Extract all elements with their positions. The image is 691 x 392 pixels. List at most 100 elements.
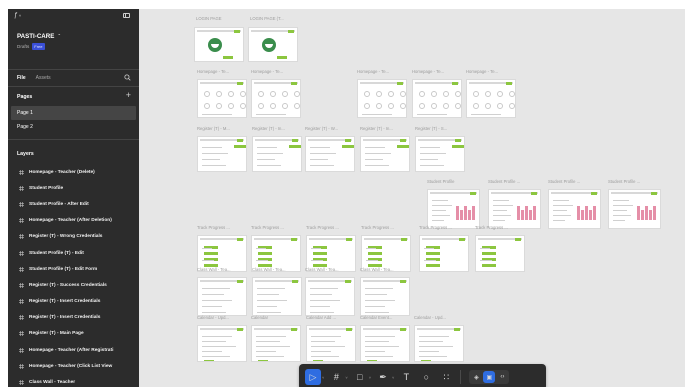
frame-label[interactable]: Track Progress ... [419,225,473,230]
frame-student-profile[interactable] [488,189,541,229]
frame-label[interactable]: Track Progress ... [361,225,415,230]
layer-item[interactable]: Homepage - Teacher (Click List View [8,358,139,374]
frame-label[interactable]: LOGIN PAGE [196,16,250,21]
layer-item[interactable]: Student Profile (T) - Edit [8,245,139,261]
frame-register-teacher[interactable] [197,136,247,172]
frame-label[interactable]: Register (T) - S... [415,126,469,131]
frame-homepage-teacher[interactable] [357,79,407,118]
layer-item[interactable]: Register (T) - Insert Credentials [8,294,139,310]
project-name[interactable]: PASTI-CARE ˇ [17,33,139,40]
frame-label[interactable]: Class Wall - Tea... [197,267,251,272]
frame-label[interactable]: Student Profile [427,179,481,184]
frame-label[interactable]: Register (T) - In... [360,126,414,131]
frame-track-progress[interactable] [475,235,525,272]
frame-calendar[interactable] [360,325,410,362]
frame-student-profile[interactable] [548,189,601,229]
mode-toggle-group: ◈ ▣ ‹› [469,370,510,384]
frame-grid-icon [19,363,24,369]
frame-student-profile[interactable] [427,189,480,229]
text-tool-icon[interactable]: T [398,369,414,385]
frame-track-progress[interactable] [419,235,469,272]
layer-item[interactable]: Student Profile (T) - Edit Form [8,261,139,277]
frame-homepage-teacher[interactable] [197,79,247,118]
layer-item[interactable]: Homepage - Teacher (After Registrati [8,342,139,358]
shape-tool-icon[interactable]: □ [352,369,368,385]
frame-label[interactable]: Calendar - Upd... [414,315,468,320]
frame-label[interactable]: Register (T) - In... [252,126,306,131]
layer-item[interactable]: Register (T) - Insert Credentials [8,310,139,326]
thumb-text-line [365,159,383,160]
tab-file[interactable]: File [17,75,26,81]
thumb-avatar [509,103,515,109]
frame-homepage-teacher[interactable] [251,79,301,118]
frame-label[interactable]: Calendar Event... [360,315,414,320]
dev-mode-icon[interactable]: ‹› [496,371,508,383]
frame-label[interactable]: LOGIN PAGE (T... [250,16,304,21]
design-canvas[interactable]: LOGIN PAGE LOGIN PAGE (T... Homepage - Te.… [139,9,685,387]
frame-label[interactable]: Homepage - Te... [251,69,305,74]
search-icon[interactable] [124,74,131,81]
layer-item[interactable]: Register (T) - Success Credentials [8,277,139,293]
frame-class-wall[interactable] [197,277,247,316]
chevron-down-icon[interactable]: ˅ [322,375,324,380]
page-item-page-2[interactable]: Page 2 [8,120,139,134]
frame-label[interactable]: Track Progress ... [251,225,305,230]
layer-item[interactable]: Student Profile [8,180,139,196]
frame-class-wall[interactable] [360,277,410,316]
layer-item[interactable]: Homepage - Teacher (After Deletion) [8,213,139,229]
frame-tool-icon[interactable]: # [328,369,344,385]
frame-register-teacher[interactable] [252,136,302,172]
frame-login-page[interactable] [194,27,244,62]
frame-label[interactable]: Student Profile ... [488,179,542,184]
frame-class-wall[interactable] [305,277,355,316]
frame-homepage-teacher[interactable] [466,79,516,118]
move-tool-icon[interactable]: ▷ [305,369,321,385]
frame-calendar[interactable] [197,325,247,362]
sidebar-toggle-icon[interactable] [123,13,130,18]
frame-label[interactable]: Register (T) - W... [305,126,359,131]
frame-label[interactable]: Track Progress ... [306,225,360,230]
frame-label[interactable]: Calendar Add ... [306,315,360,320]
prototype-mode-icon[interactable]: ▣ [483,371,496,383]
frame-label[interactable]: Register (T) - M... [197,126,251,131]
design-mode-icon[interactable]: ◈ [470,371,482,383]
pen-tool-icon[interactable]: ✒ [375,369,391,385]
tab-assets[interactable]: Assets [36,75,51,81]
frame-class-wall[interactable] [252,277,302,316]
add-page-icon[interactable]: + [126,91,131,100]
frame-label[interactable]: Class Wall - Tea... [360,267,414,272]
frame-label[interactable]: Class Wall - Tea... [252,267,306,272]
frame-calendar[interactable] [251,325,301,362]
chevron-down-icon[interactable]: ˅ [369,375,371,380]
frame-label[interactable]: Student Profile ... [548,179,602,184]
frame-register-teacher[interactable] [305,136,355,172]
frame-label[interactable]: Homepage - Te... [197,69,251,74]
figma-logo-menu[interactable]: ƒ˅ [14,12,21,19]
frame-student-profile[interactable] [608,189,661,229]
layer-item[interactable]: Homepage - Teacher (Delete) [8,164,139,180]
frame-label[interactable]: Homepage - Te... [412,69,466,74]
layer-item[interactable]: Register (T) - Wrong Credentials [8,229,139,245]
layer-item[interactable]: Class Wall - Teacher [8,374,139,387]
layer-item[interactable]: Student Profile - After Edit [8,196,139,212]
comment-tool-icon[interactable]: ○ [418,369,434,385]
frame-label[interactable]: Track Progress ... [197,225,251,230]
chevron-down-icon[interactable]: ˅ [345,375,347,380]
frame-label[interactable]: Track Progress ... [475,225,529,230]
chevron-down-icon[interactable]: ˅ [392,375,394,380]
frame-label[interactable]: Calendar [251,315,305,320]
frame-label[interactable]: Homepage - Te... [357,69,411,74]
frame-calendar[interactable] [306,325,356,362]
frame-label[interactable]: Calendar - Upd... [197,315,251,320]
frame-register-teacher[interactable] [415,136,465,172]
page-item-page-1[interactable]: Page 1 [11,106,136,120]
frame-register-teacher[interactable] [360,136,410,172]
frame-label[interactable]: Class Wall - Tea... [305,267,359,272]
frame-label[interactable]: Student Profile ... [608,179,662,184]
frame-login-page[interactable] [248,27,298,62]
actions-tool-icon[interactable]: ∷ [438,369,454,385]
frame-calendar[interactable] [414,325,464,362]
frame-label[interactable]: Homepage - Te... [466,69,520,74]
layer-item[interactable]: Register (T) - Main Page [8,326,139,342]
frame-homepage-teacher[interactable] [412,79,462,118]
